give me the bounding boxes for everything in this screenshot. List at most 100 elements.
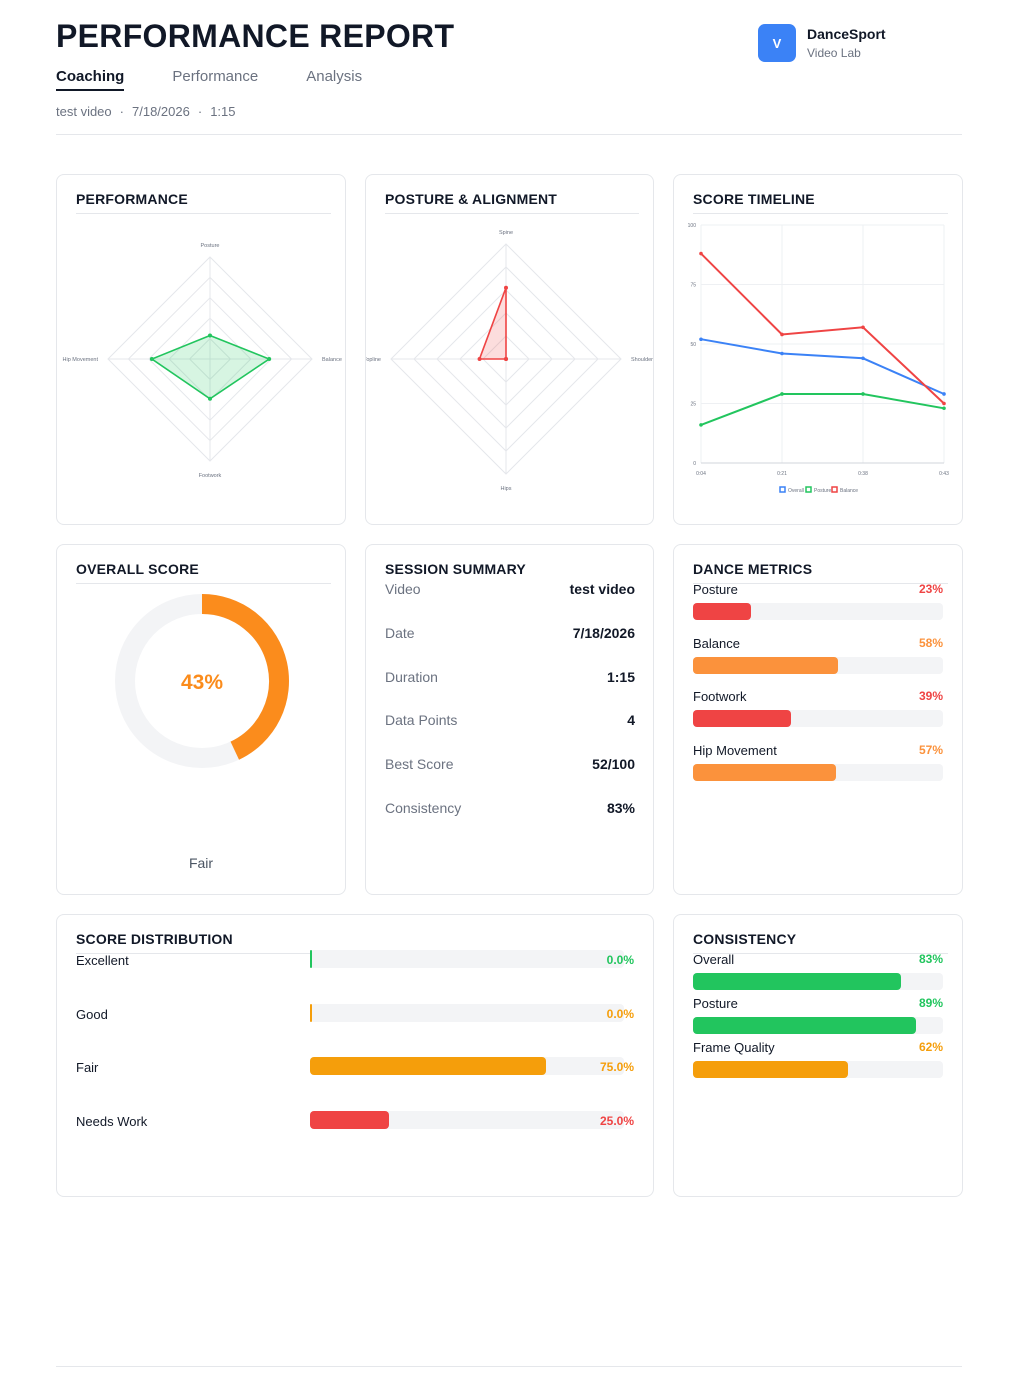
radar-point [208,396,212,401]
summary-row: Data Points 4 [385,712,635,728]
timeline-x-tick: 0:43 [939,471,949,477]
radar-axis-label: Hip Movement [63,357,99,363]
progress-fill [693,1061,848,1078]
timeline-point [942,392,946,396]
brand-subtitle: Video Lab [807,46,861,60]
summary-value: test video [569,581,635,597]
progress-track [693,657,943,674]
progress-track [693,764,943,781]
distribution-track [310,1111,624,1129]
card-divider [385,213,639,214]
metric-percent: 58% [918,636,943,650]
metric-label: Posture [693,996,738,1011]
metric-percent: 83% [918,952,943,966]
metric-percent: 57% [918,743,943,757]
timeline-point [861,325,865,330]
radar-axis-label: Hips [500,486,511,492]
timeline-series-line [700,338,945,395]
progress-track [693,710,943,727]
summary-label: Video [385,581,421,597]
distribution-fill [310,1057,546,1075]
tab-coaching[interactable]: Coaching [56,68,125,91]
radar-point [267,357,272,361]
metric-row: Footwork 39% [693,689,943,727]
radar-area [150,334,271,400]
meta-date: 7/18/2026 [132,104,190,119]
session-summary-card: SESSION SUMMARY Video test video Date 7/18/… [365,544,654,895]
posture-radar-chart: Spine Shoulders Hips Topline [366,230,653,492]
timeline-point [699,251,703,256]
timeline-point [699,423,703,427]
distribution-percent: 0.0% [606,953,634,967]
progress-fill [693,1017,916,1034]
card-title: POSTURE & ALIGNMENT [385,191,558,207]
legend-swatch [805,486,812,493]
radar-axis-label: Topline [366,357,381,363]
performance-radar-chart: Posture Balance Footwork Hip Movement [63,243,342,479]
summary-row: Video test video [385,581,635,597]
distribution-row: Needs Work 25.0% [76,1111,634,1131]
report-meta: test video · 7/18/2026 · 1:15 [56,104,236,119]
summary-value: 83% [606,800,635,816]
card-title: SCORE TIMELINE [693,191,815,207]
distribution-percent: 0.0% [606,1007,634,1021]
metric-row: Overall 83% [693,952,943,990]
card-divider [76,213,331,214]
radar-axis-label: Balance [322,357,342,363]
progress-track [693,1061,943,1078]
distribution-track [310,1057,624,1075]
card-title: SESSION SUMMARY [385,561,526,577]
timeline-y-tick: 75 [690,283,696,289]
summary-label: Consistency [385,800,462,816]
timeline-y-tick: 0 [693,461,696,467]
timeline-y-tick: 100 [688,223,697,229]
metric-label: Balance [693,636,740,651]
distribution-fill [310,1004,312,1022]
legend-label: Overall [788,488,804,494]
metric-label: Hip Movement [693,743,777,758]
card-title: PERFORMANCE [76,191,188,207]
distribution-row: Excellent 0.0% [76,950,634,970]
timeline-y-tick: 25 [690,402,696,408]
overall-rating: Fair [188,855,214,871]
meta-separator: · [119,104,124,119]
distribution-percent: 25.0% [599,1114,634,1128]
distribution-fill [310,1111,389,1129]
progress-fill [693,764,836,781]
tab-analysis[interactable]: Analysis [306,68,362,91]
metric-percent: 62% [918,1040,943,1054]
brand: V DanceSport Video Lab [758,24,886,62]
metric-row: Hip Movement 57% [693,743,943,781]
card-divider [76,583,331,584]
summary-row: Best Score 52/100 [385,756,635,772]
summary-value: 1:15 [606,669,635,685]
distribution-row: Fair 75.0% [76,1057,634,1077]
header-divider [56,134,962,135]
metric-percent: 23% [918,582,943,596]
summary-label: Date [385,625,415,641]
overall-score-value: 43% [181,671,223,694]
timeline-point [861,356,865,361]
consistency-card: CONSISTENCY Overall 83% Posture 89% Frame Qu… [673,914,963,1197]
progress-fill [693,657,838,674]
page-title: PERFORMANCE REPORT [56,18,455,54]
timeline-point [780,332,784,337]
timeline-point [699,337,703,342]
distribution-percent: 75.0% [599,1060,634,1074]
radar-axis-label: Shoulders [631,357,653,363]
card-divider [693,213,948,214]
progress-track [693,973,943,990]
distribution-track [310,1004,624,1022]
progress-track [693,1017,943,1034]
radar-point [208,333,212,338]
timeline-x-tick: 0:21 [777,471,787,477]
summary-label: Data Points [385,712,458,728]
metric-label: Footwork [693,689,747,704]
legend-swatch [831,486,838,493]
timeline-series-line [700,393,945,426]
tab-performance[interactable]: Performance [172,68,258,91]
timeline-x-tick: 0:38 [858,471,868,477]
radar-axis-label: Posture [201,243,220,249]
timeline-x-tick: 0:04 [696,471,706,477]
metric-row: Posture 89% [693,996,943,1034]
